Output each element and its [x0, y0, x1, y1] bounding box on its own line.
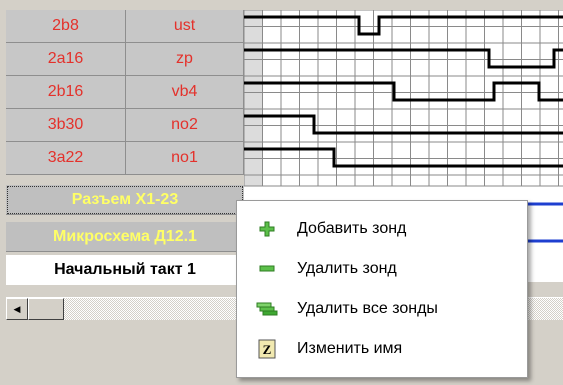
context-menu: Добавить зонд Удалить зонд Удалить все з…	[236, 200, 528, 378]
contact-cell: 3a22	[6, 142, 126, 174]
svg-text:Z: Z	[263, 342, 272, 357]
menu-item-label: Удалить зонд	[297, 260, 397, 277]
plus-icon	[237, 209, 297, 249]
menu-item-label: Изменить имя	[297, 340, 403, 357]
connector-group-row[interactable]: Разъем X1-23	[6, 185, 244, 215]
probe-row[interactable]: 2b8 ust	[6, 10, 244, 43]
menu-item-add-probe[interactable]: Добавить зонд	[237, 209, 527, 249]
signal-cell: zp	[126, 43, 244, 75]
menu-item-remove-all-probes[interactable]: Удалить все зонды	[237, 289, 527, 329]
stack-remove-icon	[237, 289, 297, 329]
contact-cell: 3b30	[6, 109, 126, 141]
signal-cell: no2	[126, 109, 244, 141]
minus-icon	[237, 249, 297, 289]
contact-cell: 2a16	[6, 43, 126, 75]
signal-cell: vb4	[126, 76, 244, 108]
chip-group-row[interactable]: Микросхема Д12.1	[6, 222, 244, 252]
menu-item-label: Удалить все зонды	[297, 300, 438, 317]
signal-cell: no1	[126, 142, 244, 174]
contact-cell: 2b16	[6, 76, 126, 108]
signal-cell: ust	[126, 10, 244, 42]
probe-row[interactable]: 2b16 vb4	[6, 76, 244, 109]
probe-row[interactable]: 3a22 no1	[6, 142, 244, 175]
scroll-thumb[interactable]	[28, 298, 64, 320]
menu-item-remove-probe[interactable]: Удалить зонд	[237, 249, 527, 289]
probe-row[interactable]: 2a16 zp	[6, 43, 244, 76]
scroll-left-button[interactable]: ◀	[6, 298, 28, 320]
probe-row[interactable]: 3b30 no2	[6, 109, 244, 142]
main-window: 2b8 ust 2a16 zp 2b16 vb4 3b30 no2 3a22 n…	[0, 0, 563, 385]
arrow-left-icon: ◀	[13, 303, 21, 314]
rename-icon: Z	[237, 329, 297, 369]
initial-takt-row[interactable]: Начальный такт 1	[6, 255, 244, 285]
contact-cell: 2b8	[6, 10, 126, 42]
menu-item-label: Добавить зонд	[297, 220, 407, 237]
menu-item-rename[interactable]: Z Изменить имя	[237, 329, 527, 369]
grid-first-column	[244, 10, 263, 186]
